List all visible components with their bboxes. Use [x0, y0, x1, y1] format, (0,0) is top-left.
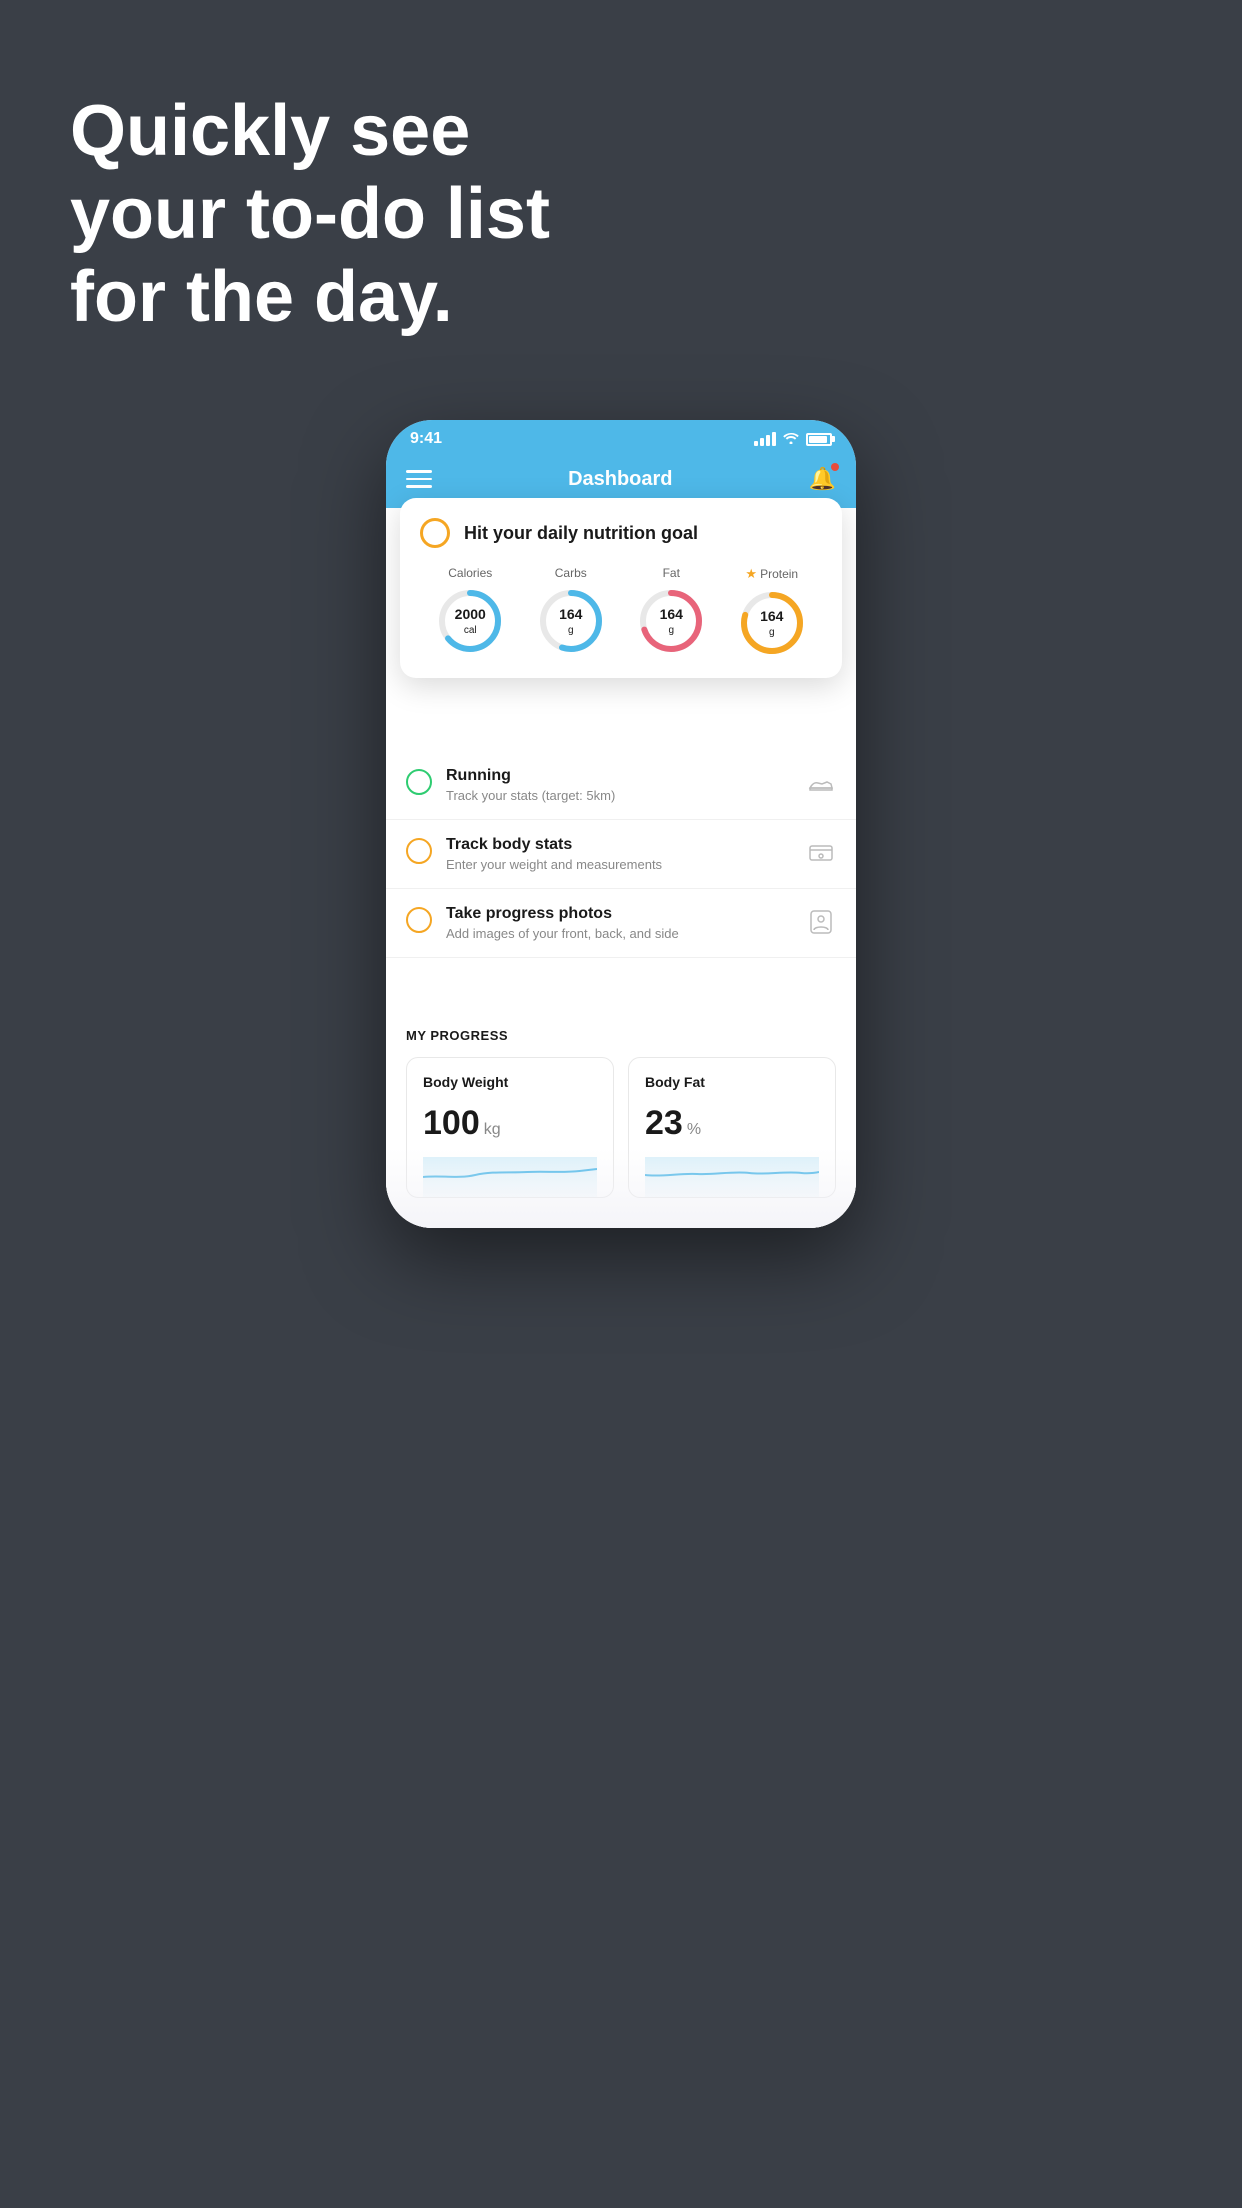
menu-button[interactable]: [406, 470, 432, 488]
todo-body-stats[interactable]: Track body stats Enter your weight and m…: [386, 820, 856, 889]
nutrition-carbs: Carbs 164 g: [536, 566, 606, 656]
calories-label: Calories: [448, 566, 492, 580]
body-fat-unit: %: [687, 1121, 701, 1139]
todo-running[interactable]: Running Track your stats (target: 5km): [386, 751, 856, 820]
spacer: [386, 958, 856, 988]
body-weight-title: Body Weight: [423, 1074, 597, 1090]
stats-title: Track body stats: [446, 836, 792, 854]
nutrition-protein: ★ Protein 164 g: [737, 566, 807, 658]
status-icons: [754, 431, 832, 447]
phone-mockup: 9:41 Dashboard 🔔 THINGS TO DO TODAY: [386, 420, 856, 1228]
body-fat-chart: [645, 1157, 819, 1197]
body-weight-unit: kg: [484, 1121, 501, 1139]
scale-icon: [806, 838, 836, 868]
body-fat-value: 23: [645, 1104, 683, 1143]
shoe-icon: [806, 769, 836, 799]
todo-circle-nutrition: [420, 518, 450, 548]
carbs-label: Carbs: [555, 566, 587, 580]
carbs-donut: 164 g: [536, 586, 606, 656]
running-text: Running Track your stats (target: 5km): [446, 767, 792, 803]
stats-circle: [406, 838, 432, 864]
running-title: Running: [446, 767, 792, 785]
nutrition-calories: Calories 2000 cal: [435, 566, 505, 656]
photos-title: Take progress photos: [446, 905, 792, 923]
hero-line3: for the day.: [70, 256, 550, 339]
nutrition-card: Hit your daily nutrition goal Calories 2…: [400, 498, 842, 678]
body-weight-card[interactable]: Body Weight 100 kg: [406, 1057, 614, 1198]
photos-text: Take progress photos Add images of your …: [446, 905, 792, 941]
hero-text: Quickly see your to-do list for the day.: [70, 90, 550, 338]
protein-value: 164 g: [760, 608, 783, 638]
calories-donut: 2000 cal: [435, 586, 505, 656]
body-weight-chart: [423, 1157, 597, 1197]
carbs-value: 164 g: [559, 606, 582, 636]
photos-subtitle: Add images of your front, back, and side: [446, 926, 792, 941]
protein-donut: 164 g: [737, 588, 807, 658]
calories-value: 2000 cal: [455, 606, 486, 636]
nav-title: Dashboard: [568, 468, 672, 491]
progress-header: MY PROGRESS: [406, 1028, 836, 1043]
star-icon: ★: [745, 566, 757, 582]
progress-section: MY PROGRESS Body Weight 100 kg: [386, 1008, 856, 1198]
body-fat-card[interactable]: Body Fat 23 %: [628, 1057, 836, 1198]
hero-line1: Quickly see: [70, 90, 550, 173]
person-icon: [806, 907, 836, 937]
wifi-icon: [782, 431, 800, 447]
body-fat-value-row: 23 %: [645, 1104, 819, 1143]
nutrition-grid: Calories 2000 cal Carbs: [420, 566, 822, 658]
fat-donut: 164 g: [636, 586, 706, 656]
card-header: Hit your daily nutrition goal: [420, 518, 822, 548]
nutrition-card-title: Hit your daily nutrition goal: [464, 523, 698, 544]
photos-circle: [406, 907, 432, 933]
main-content: THINGS TO DO TODAY Hit your daily nutrit…: [386, 508, 856, 1228]
stats-text: Track body stats Enter your weight and m…: [446, 836, 792, 872]
bottom-padding: [386, 1198, 856, 1228]
signal-icon: [754, 432, 776, 446]
nutrition-fat: Fat 164 g: [636, 566, 706, 656]
body-weight-value-row: 100 kg: [423, 1104, 597, 1143]
todo-photos[interactable]: Take progress photos Add images of your …: [386, 889, 856, 958]
battery-icon: [806, 433, 832, 446]
protein-label: ★ Protein: [745, 566, 798, 582]
fat-label: Fat: [663, 566, 680, 580]
stats-subtitle: Enter your weight and measurements: [446, 857, 792, 872]
notification-badge: [831, 463, 839, 471]
time: 9:41: [410, 430, 442, 448]
notification-button[interactable]: 🔔: [809, 466, 836, 492]
body-fat-title: Body Fat: [645, 1074, 819, 1090]
running-circle: [406, 769, 432, 795]
running-subtitle: Track your stats (target: 5km): [446, 788, 792, 803]
fat-value: 164 g: [660, 606, 683, 636]
hero-line2: your to-do list: [70, 173, 550, 256]
status-bar: 9:41: [386, 420, 856, 454]
progress-cards: Body Weight 100 kg Body Fat: [406, 1057, 836, 1198]
body-weight-value: 100: [423, 1104, 480, 1143]
